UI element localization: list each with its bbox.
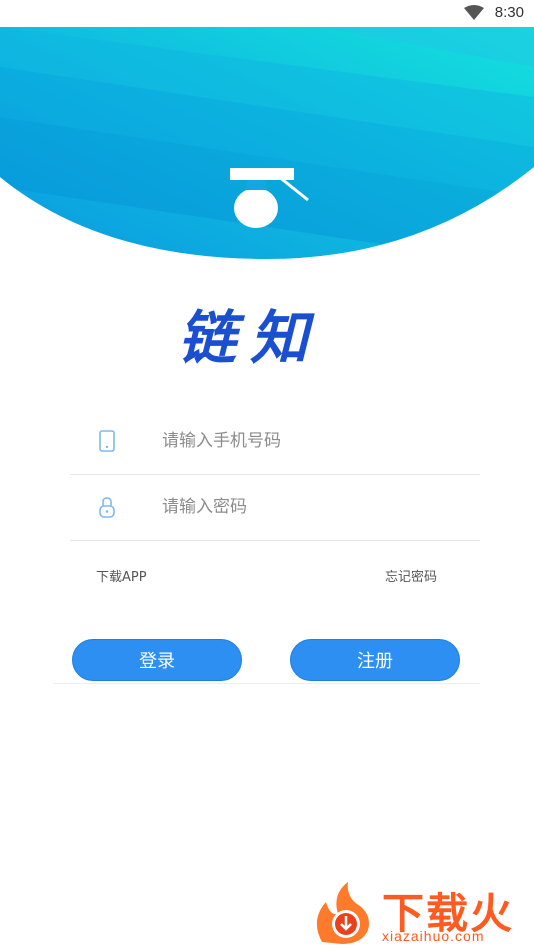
watermark-url: xiazaihuo.com	[382, 928, 485, 944]
phone-field-row	[70, 408, 480, 475]
password-field-row	[70, 474, 480, 541]
watermark: 下载火 xiazaihuo.com	[312, 876, 534, 949]
phone-input[interactable]	[160, 422, 464, 460]
status-bar: 8:30	[0, 0, 534, 27]
password-input[interactable]	[160, 488, 464, 526]
status-time: 8:30	[494, 4, 524, 21]
login-button[interactable]: 登录	[72, 639, 242, 681]
phone-icon	[99, 430, 115, 452]
brand-title: 链知	[178, 304, 323, 372]
graduation-cap-icon	[230, 168, 309, 228]
divider	[53, 683, 480, 684]
download-flame-icon	[316, 882, 369, 944]
download-app-link[interactable]: 下载APP	[96, 566, 147, 585]
forgot-password-link[interactable]: 忘记密码	[385, 566, 437, 585]
register-button[interactable]: 注册	[290, 639, 460, 681]
wifi-icon	[464, 5, 484, 20]
lock-icon	[99, 497, 115, 518]
